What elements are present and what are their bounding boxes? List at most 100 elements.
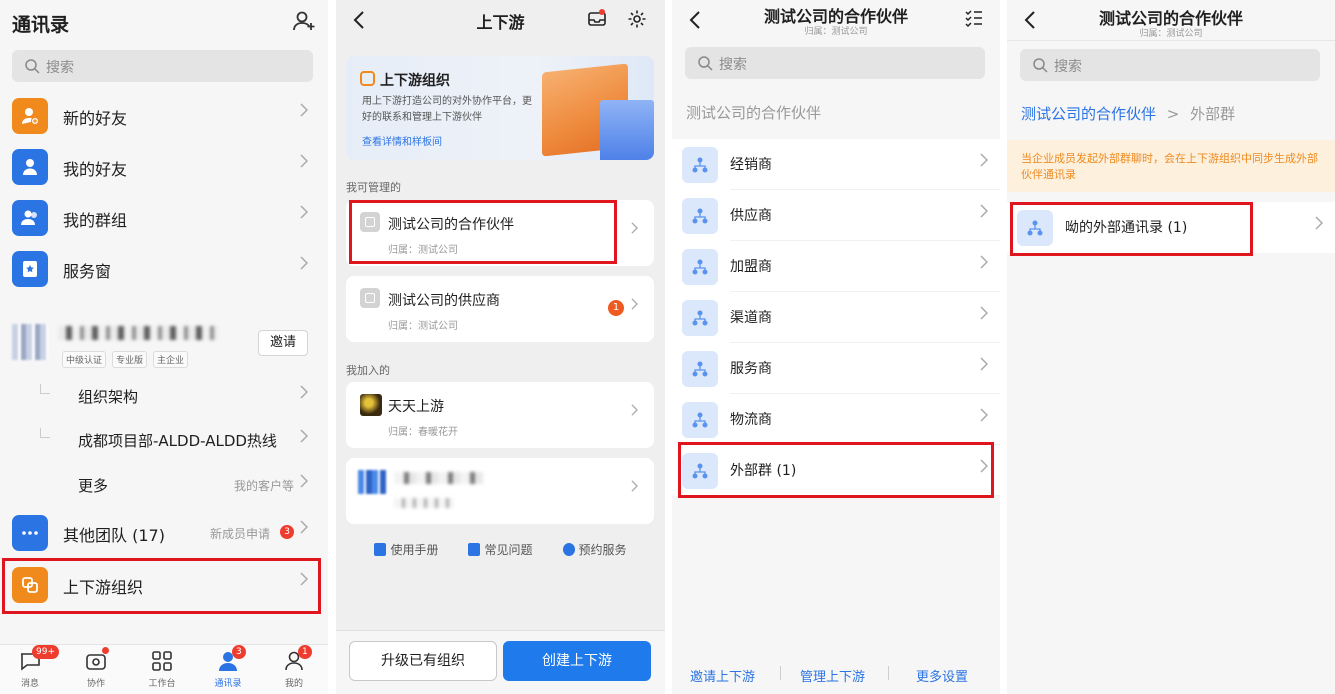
partner-category-item[interactable]: 加盟商 xyxy=(672,241,1000,292)
org-card-title: 天天上游 xyxy=(388,399,444,415)
page-subtitle: 归属：测试公司 xyxy=(804,27,868,37)
help-links: 使用手册 常见问题 预约服务 xyxy=(336,541,665,558)
search-placeholder: 搜索 xyxy=(1054,59,1082,75)
footer-actions: 邀请上下游 管理上下游 更多设置 xyxy=(672,648,1000,694)
org-tree-icon xyxy=(682,249,718,285)
search-placeholder: 搜索 xyxy=(46,60,74,76)
org-card-owner: 归属：春暖花开 xyxy=(388,427,458,438)
menu-service-window[interactable]: 服务窗 xyxy=(0,244,328,294)
item-label: 加盟商 xyxy=(730,259,772,275)
sub-item-more[interactable]: 更多 我的客户等 xyxy=(0,465,328,505)
chevron-right-icon xyxy=(980,204,988,218)
search-input[interactable]: 搜索 xyxy=(12,50,313,82)
tab-contacts[interactable]: 3 通讯录 xyxy=(198,645,258,689)
item-label: 经销商 xyxy=(730,157,772,173)
partner-category-item[interactable]: 经销商 xyxy=(672,139,1000,190)
menu-label: 服务窗 xyxy=(63,262,112,281)
tab-label: 消息 xyxy=(20,679,39,689)
highlight-box xyxy=(349,200,617,264)
search-input[interactable]: 搜索 xyxy=(685,47,985,79)
chevron-right-icon xyxy=(631,298,638,310)
tab-messages[interactable]: 99+ 消息 xyxy=(0,645,60,689)
tab-label: 我的 xyxy=(284,679,303,689)
redacted-text xyxy=(394,472,484,484)
inbox-icon[interactable] xyxy=(587,8,607,28)
org-card-title: 测试公司的供应商 xyxy=(388,293,500,309)
org-name-redacted xyxy=(58,326,218,340)
chevron-right-icon xyxy=(300,520,308,534)
gear-icon[interactable] xyxy=(627,9,647,29)
page-subtitle: 归属：测试公司 xyxy=(1139,29,1203,39)
chevron-right-icon xyxy=(631,480,638,492)
banner-link[interactable]: 查看详情和样板间 xyxy=(362,133,442,148)
org-card[interactable]: 测试公司的供应商 归属：测试公司 1 xyxy=(346,276,654,342)
sub-item-label: 成都项目部-ALDD-ALDD热线 xyxy=(78,432,277,450)
invite-link[interactable]: 邀请上下游 xyxy=(690,666,755,685)
page-title: 上下游 xyxy=(476,13,525,32)
chevron-right-icon xyxy=(300,474,308,488)
sub-item-org-structure[interactable]: 组织架构 xyxy=(0,376,328,416)
menu-other-teams[interactable]: 其他团队 (17) 新成员申请 3 xyxy=(0,508,328,558)
item-label: 渠道商 xyxy=(730,310,772,326)
org-tree-icon xyxy=(682,300,718,336)
tab-label: 通讯录 xyxy=(214,679,242,689)
partner-category-item[interactable]: 服务商 xyxy=(672,343,1000,394)
banner-title: 上下游组织 xyxy=(380,73,450,89)
manual-link[interactable]: 使用手册 xyxy=(374,541,438,558)
manage-link[interactable]: 管理上下游 xyxy=(800,666,865,685)
page-title: 通讯录 xyxy=(12,14,70,36)
add-friend-icon[interactable] xyxy=(292,9,316,33)
organization-header[interactable]: 中级认证 专业版 主企业 邀请 xyxy=(0,318,328,374)
search-icon xyxy=(1033,58,1048,73)
chevron-right-icon xyxy=(980,408,988,422)
menu-new-friends[interactable]: 新的好友 xyxy=(0,91,328,141)
sub-item-hint: 我的客户等 xyxy=(233,479,294,493)
tab-collaboration[interactable]: 协作 xyxy=(66,647,126,689)
collaboration-icon xyxy=(84,647,109,673)
group-icon xyxy=(12,200,48,236)
upstream-banner[interactable]: 上下游组织 用上下游打造公司的对外协作平台，更好的联系和管理上下游伙伴 查看详情… xyxy=(346,56,654,160)
menu-my-friends[interactable]: 我的好友 xyxy=(0,142,328,192)
breadcrumb-root[interactable]: 测试公司的合作伙伴 xyxy=(1021,105,1156,123)
item-label: 供应商 xyxy=(730,208,772,224)
tab-badge: 99+ xyxy=(32,645,59,659)
section-label: 我加入的 xyxy=(346,364,390,377)
org-icon xyxy=(360,288,380,308)
org-card[interactable]: 天天上游 归属：春暖花开 xyxy=(346,382,654,448)
booking-link[interactable]: 预约服务 xyxy=(562,541,627,558)
divider xyxy=(1007,40,1335,41)
divider xyxy=(888,666,889,680)
chevron-right-icon xyxy=(980,153,988,167)
settings-link[interactable]: 更多设置 xyxy=(916,666,968,685)
upgrade-org-button[interactable]: 升级已有组织 xyxy=(349,641,497,681)
external-group-screen: 测试公司的合作伙伴 归属：测试公司 搜索 测试公司的合作伙伴 > 外部群 当企业… xyxy=(1007,0,1335,694)
partner-category-item[interactable]: 物流商 xyxy=(672,394,1000,445)
tab-badge: 1 xyxy=(298,645,312,659)
grid-icon xyxy=(150,649,174,673)
clock-icon xyxy=(562,543,575,556)
contacts-screen: 通讯录 搜索 新的好友 我的好友 我的群组 服务窗 中级认证 专业版 主企业 邀… xyxy=(0,0,328,694)
tab-me[interactable]: 1 我的 xyxy=(264,645,324,689)
faq-link[interactable]: 常见问题 xyxy=(468,541,533,558)
invite-button[interactable]: 邀请 xyxy=(258,330,308,356)
breadcrumb: 测试公司的合作伙伴 > 外部群 xyxy=(1021,103,1235,124)
profile-icon: 1 xyxy=(282,645,312,673)
tab-label: 协作 xyxy=(86,679,105,689)
sub-item-department[interactable]: 成都项目部-ALDD-ALDD热线 xyxy=(0,420,328,460)
checklist-icon[interactable] xyxy=(964,8,984,28)
menu-label: 我的群组 xyxy=(63,211,128,230)
chevron-right-icon xyxy=(300,256,308,270)
partner-category-item[interactable]: 供应商 xyxy=(672,190,1000,241)
upstream-org-icon xyxy=(360,71,375,86)
message-icon: 99+ xyxy=(18,645,59,673)
notification-badge: 1 xyxy=(608,300,624,316)
contacts-icon: 3 xyxy=(216,645,246,673)
org-card-redacted[interactable] xyxy=(346,458,654,524)
tab-workbench[interactable]: 工作台 xyxy=(132,649,192,689)
partners-screen: 测试公司的合作伙伴 归属：测试公司 搜索 测试公司的合作伙伴 经销商 供应商 加盟商… xyxy=(672,0,1000,694)
breadcrumb-current: 外部群 xyxy=(1190,105,1236,123)
partner-category-item[interactable]: 渠道商 xyxy=(672,292,1000,343)
search-input[interactable]: 搜索 xyxy=(1020,49,1320,81)
create-upstream-button[interactable]: 创建上下游 xyxy=(503,641,651,681)
menu-my-groups[interactable]: 我的群组 xyxy=(0,193,328,243)
